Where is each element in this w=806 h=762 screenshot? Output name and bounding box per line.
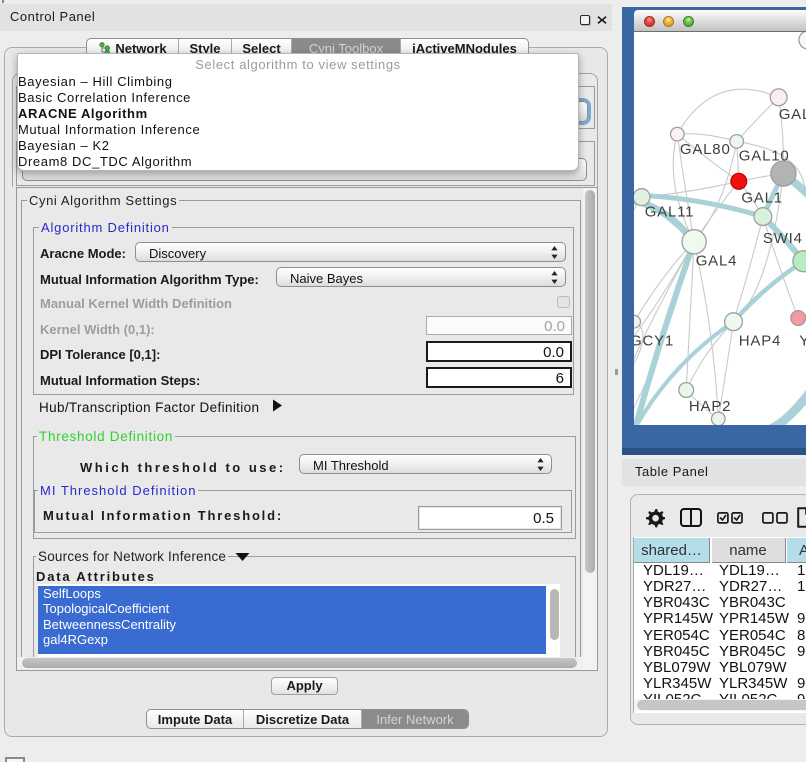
svg-text:Y: Y <box>799 332 806 349</box>
svg-text:GAL1: GAL1 <box>741 190 783 207</box>
svg-text:GAL80: GAL80 <box>680 141 731 158</box>
svg-text:GAL11: GAL11 <box>645 204 695 221</box>
svg-text:SWI4: SWI4 <box>763 230 803 247</box>
svg-text:GAL10: GAL10 <box>739 147 790 164</box>
svg-text:GAL8: GAL8 <box>779 106 806 123</box>
svg-text:HAP2: HAP2 <box>689 398 731 415</box>
svg-text:GCY1: GCY1 <box>634 332 674 349</box>
svg-text:HAP4: HAP4 <box>739 332 781 349</box>
svg-text:GAL4: GAL4 <box>696 252 738 269</box>
